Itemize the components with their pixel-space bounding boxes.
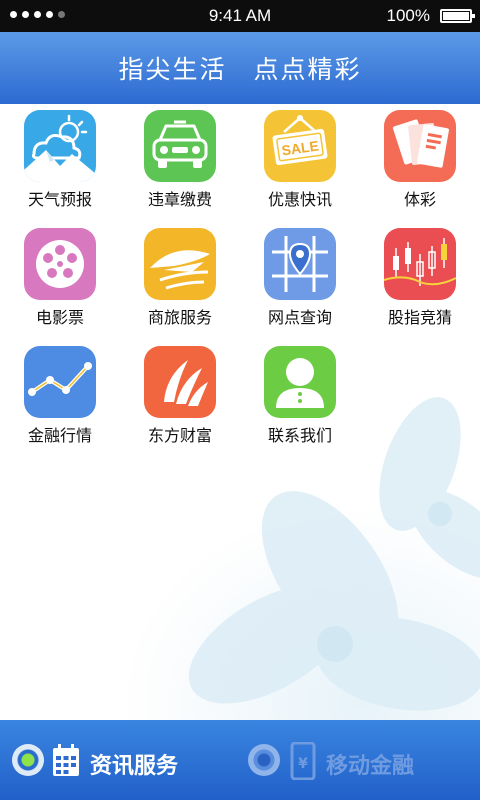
film-reel-icon: [24, 228, 96, 300]
sale-tag-icon: SALE: [264, 110, 336, 182]
mobile-yen-icon: ¥: [290, 742, 316, 780]
app-index-quiz[interactable]: 股指竞猜: [360, 228, 480, 338]
lottery-ticket-icon: [384, 110, 456, 182]
page-title: 指尖生活 点点精彩: [118, 55, 362, 84]
battery-percent: 100%: [386, 6, 430, 25]
calendar-icon: [53, 744, 79, 776]
app-label: 联系我们: [267, 426, 332, 445]
unselected-radio-icon: [248, 744, 280, 776]
app-label: 股指竞猜: [387, 308, 452, 327]
app-contact-us[interactable]: 联系我们: [240, 346, 360, 456]
app-label: 金融行情: [27, 426, 92, 445]
app-grid-area: 天气预报 违章缴费 SALE 优惠快讯 体彩 电影票 商旅服务 网点查询 股指竞…: [0, 104, 480, 720]
battery-icon: [440, 9, 475, 23]
tab-label: 资讯服务: [90, 754, 179, 779]
tab-label: 移动金融: [326, 754, 415, 779]
app-label: 体彩: [403, 190, 436, 209]
app-weather[interactable]: 天气预报: [0, 110, 120, 220]
map-pin-icon: [264, 228, 336, 300]
svg-text:¥: ¥: [298, 756, 308, 772]
app-movie-tickets[interactable]: 电影票: [0, 228, 120, 338]
trend-line-icon: [24, 346, 96, 418]
bottom-tab-bar: 资讯服务 ¥ 移动金融: [0, 720, 480, 800]
app-traffic-fine[interactable]: 违章缴费: [120, 110, 240, 220]
header-bar: 指尖生活 点点精彩: [0, 32, 480, 104]
tab-info-services[interactable]: 资讯服务: [0, 720, 240, 800]
app-label: 东方财富: [147, 426, 212, 445]
app-label: 网点查询: [267, 308, 332, 327]
app-sports-lottery[interactable]: 体彩: [360, 110, 480, 220]
app-label: 违章缴费: [147, 190, 212, 209]
contact-person-icon: [264, 346, 336, 418]
candlestick-icon: [384, 228, 456, 300]
weather-icon: [24, 110, 96, 182]
app-deals-news[interactable]: SALE 优惠快讯: [240, 110, 360, 220]
app-branch-locator[interactable]: 网点查询: [240, 228, 360, 338]
app-label: 天气预报: [27, 190, 92, 209]
wing-logo-icon: [144, 346, 216, 418]
app-label: 商旅服务: [147, 308, 212, 327]
app-business-travel[interactable]: 商旅服务: [120, 228, 240, 338]
airplane-icon: [144, 228, 216, 300]
tab-mobile-finance[interactable]: ¥ 移动金融: [240, 720, 480, 800]
app-label: 优惠快讯: [267, 190, 332, 209]
app-eastmoney[interactable]: 东方财富: [120, 346, 240, 456]
status-bar: 9:41 AM 100%: [0, 0, 480, 32]
selected-radio-icon: [12, 744, 44, 776]
app-market-quotes[interactable]: 金融行情: [0, 346, 120, 456]
car-icon: [144, 110, 216, 182]
app-label: 电影票: [35, 308, 84, 327]
